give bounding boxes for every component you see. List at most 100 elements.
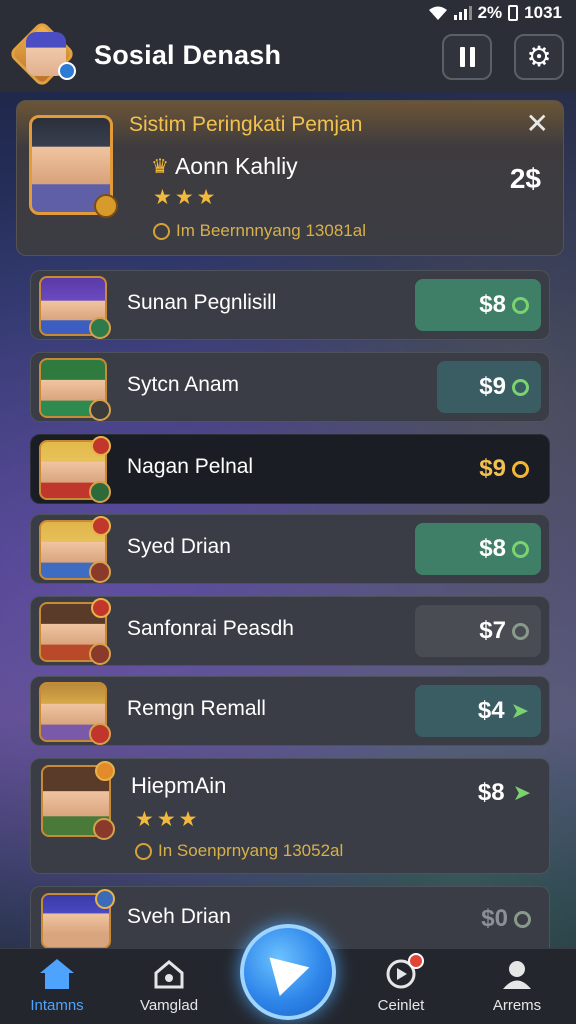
player-avatar <box>39 436 111 503</box>
player-row[interactable]: Sanfonrai Peasdh $7 <box>30 596 550 666</box>
app-title: Sosial Denash <box>94 40 282 70</box>
price-value: $8 <box>479 535 506 562</box>
player-name: Sveh Drian <box>127 905 231 928</box>
player-subtitle: In Soenprnyang 13052al <box>135 841 343 861</box>
coin-ring-icon <box>512 540 529 558</box>
coin-ring-icon <box>514 910 531 928</box>
player-row[interactable]: Sunan Pegnlisill $8 <box>30 270 550 340</box>
coin-icon <box>135 842 152 860</box>
player-row[interactable]: Sytcn Anam $9 <box>30 352 550 422</box>
chevron-right-icon: ➤ <box>510 698 529 723</box>
nav-label: Arrems <box>492 997 542 1014</box>
badge-icon <box>89 317 111 339</box>
clock: 1031 <box>524 3 562 22</box>
coin-ring-icon <box>512 378 529 396</box>
badge-icon <box>89 723 111 745</box>
crown-icon: ♛ <box>151 156 169 178</box>
badge-icon <box>89 481 111 503</box>
player-name: Sanfonrai Peasdh <box>127 617 294 640</box>
battery-icon <box>508 5 519 21</box>
player-avatar <box>41 889 115 949</box>
rating-stars: ★★★ <box>135 808 201 831</box>
player-name: Nagan Pelnal <box>127 455 254 478</box>
nav-item-ceinlet[interactable]: Ceinlet <box>346 953 456 1014</box>
alert-badge-icon <box>91 598 111 618</box>
top-player-subtitle: Im Beernnnyang 13081al <box>153 221 366 241</box>
chevron-right-icon: ➤ <box>512 780 531 805</box>
home-icon <box>38 957 76 991</box>
alert-badge-icon <box>91 436 111 456</box>
price-button[interactable]: $4 ➤ <box>415 685 541 737</box>
status-bar: 2% 1031 <box>0 0 576 26</box>
ranking-title: Sistim Peringkati Pemjan <box>129 113 363 136</box>
app-logo[interactable] <box>8 20 78 88</box>
alert-badge-icon <box>95 889 115 909</box>
top-player-score: 2$ <box>509 163 541 194</box>
nav-label: Intamns <box>30 997 84 1014</box>
player-avatar <box>39 598 111 665</box>
price-button[interactable]: $7 <box>415 605 541 657</box>
ranking-card[interactable]: Sistim Peringkati Pemjan ✕ ♛ Aonn Kahliy… <box>16 100 564 256</box>
play-circle-icon <box>382 953 424 991</box>
rating-stars: ★★★ <box>153 186 219 209</box>
price-button[interactable]: $9 <box>415 443 541 495</box>
close-icon[interactable]: ✕ <box>526 107 549 140</box>
pause-icon <box>459 47 475 67</box>
price-value: $8 <box>479 291 506 318</box>
price-value: $9 <box>479 373 506 400</box>
coin-ring-icon <box>512 296 529 314</box>
player-row-expanded[interactable]: HiepmAin ★★★ In Soenprnyang 13052al $8 ➤ <box>30 758 550 874</box>
player-name: Syed Drian <box>127 535 231 558</box>
notification-dot-icon <box>408 953 424 969</box>
top-player-subtitle-text: Im Beernnnyang 13081al <box>176 221 366 240</box>
player-subtitle-text: In Soenprnyang 13052al <box>158 841 344 860</box>
house-outline-icon <box>150 957 188 991</box>
top-player-avatar <box>29 115 118 218</box>
badge-icon <box>89 399 111 421</box>
player-row[interactable]: Nagan Pelnal $9 <box>30 434 550 504</box>
price-button[interactable]: $8 <box>415 279 541 331</box>
gear-icon: ⚙ <box>526 41 552 72</box>
player-avatar <box>39 276 111 339</box>
pause-button[interactable] <box>442 34 492 80</box>
user-icon <box>498 957 536 991</box>
player-name: HiepmAin <box>131 773 227 798</box>
player-avatar <box>41 761 115 840</box>
alert-badge-icon <box>91 516 111 536</box>
alert-badge-icon <box>95 761 115 781</box>
player-avatar <box>39 358 111 421</box>
rank-coin-icon <box>94 194 118 218</box>
nav-item-arrems[interactable]: Arrems <box>462 957 572 1014</box>
status-right: 2% 1031 <box>428 3 562 23</box>
signal-icon <box>453 6 472 20</box>
player-row[interactable]: Remgn Remall $4 ➤ <box>30 676 550 746</box>
badge-icon <box>89 643 111 665</box>
player-name: Sunan Pegnlisill <box>127 291 277 314</box>
nav-item-vamglad[interactable]: Vamglad <box>114 957 224 1014</box>
price-button[interactable]: $0 <box>481 905 531 933</box>
price-button[interactable]: $9 <box>437 361 541 413</box>
settings-button[interactable]: ⚙ <box>514 34 564 80</box>
player-row[interactable]: Syed Drian $8 <box>30 514 550 584</box>
price-value: $8 <box>477 779 505 806</box>
battery-text: 2% <box>477 3 503 22</box>
coin-icon <box>153 222 170 240</box>
send-fab-button[interactable] <box>240 924 336 1020</box>
app-header: Sosial Denash ⚙ <box>0 20 576 92</box>
price-button[interactable]: $8 <box>415 523 541 575</box>
verified-badge-icon <box>58 62 76 80</box>
player-avatar <box>39 682 111 745</box>
top-player-name-row: ♛ Aonn Kahliy <box>151 153 298 180</box>
top-player-name: Aonn Kahliy <box>174 153 298 179</box>
nav-label: Ceinlet <box>377 997 425 1014</box>
player-name: Remgn Remall <box>127 697 266 720</box>
player-avatar <box>39 516 111 583</box>
price-value: $7 <box>479 617 506 644</box>
price-button[interactable]: $8 ➤ <box>478 779 531 807</box>
nav-item-home[interactable]: Intamns <box>2 957 112 1014</box>
badge-icon <box>89 561 111 583</box>
price-value: $4 <box>477 697 505 724</box>
player-name: Sytcn Anam <box>127 373 240 396</box>
coin-ring-icon <box>512 622 529 640</box>
wifi-icon <box>428 6 447 20</box>
